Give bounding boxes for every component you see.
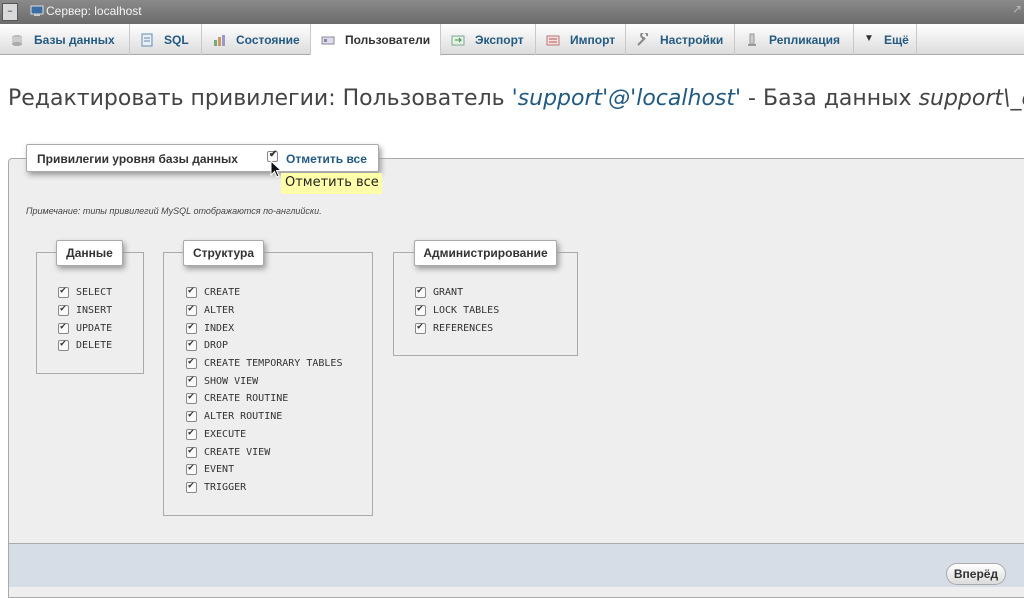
- privilege-item[interactable]: CREATE: [186, 284, 342, 302]
- title-middle: - База данных: [741, 86, 919, 111]
- tab-sql[interactable]: SQL: [130, 24, 202, 55]
- replication-icon: [748, 33, 756, 46]
- privilege-item[interactable]: ALTER: [186, 302, 342, 320]
- privilege-checkbox[interactable]: [186, 409, 197, 423]
- privilege-checkbox[interactable]: [58, 303, 69, 317]
- privilege-checkbox[interactable]: [186, 321, 197, 334]
- window-title: Сервер: localhost: [46, 4, 142, 18]
- privileges-legend: Привилегии уровня базы данных Отметить в…: [26, 144, 379, 172]
- privileges-note: Примечание: типы привилегий MySQL отобра…: [26, 206, 322, 216]
- privilege-item[interactable]: TRIGGER: [186, 479, 342, 497]
- status-icon: [214, 34, 225, 46]
- privilege-checkbox[interactable]: [186, 356, 197, 370]
- window-titlebar: – Сервер: localhost ↗: [0, 0, 1024, 24]
- import-icon: [546, 35, 560, 45]
- privilege-checkbox[interactable]: [186, 462, 197, 476]
- form-footer: [9, 543, 1024, 587]
- sql-icon: [141, 33, 153, 46]
- privilege-checkbox[interactable]: [58, 338, 69, 352]
- group-data-title: Данные: [56, 240, 123, 266]
- privilege-item[interactable]: SELECT: [58, 284, 112, 302]
- privilege-checkbox[interactable]: [186, 445, 197, 458]
- privilege-item[interactable]: CREATE ROUTINE: [186, 390, 342, 408]
- privilege-item[interactable]: EXECUTE: [186, 426, 342, 444]
- server-icon: [30, 5, 44, 16]
- check-all-tooltip: Отметить все: [281, 173, 382, 194]
- tab-more[interactable]: ▼ Ещё: [854, 24, 917, 55]
- privilege-checkbox[interactable]: [186, 480, 197, 493]
- privilege-item[interactable]: INDEX: [186, 319, 342, 337]
- tab-import[interactable]: Импорт: [536, 24, 626, 55]
- privilege-checkbox[interactable]: [415, 321, 426, 334]
- privilege-checkbox[interactable]: [186, 303, 197, 317]
- tab-databases[interactable]: Базы данных: [0, 24, 130, 55]
- privileges-fieldset: [8, 158, 1024, 598]
- tab-users[interactable]: Пользователи: [311, 24, 441, 56]
- group-structure-list: CREATE ALTER INDEX DROP CREATE TEMPORARY…: [186, 284, 342, 496]
- privileges-legend-label: Привилегии уровня базы данных: [37, 152, 238, 166]
- privilege-item[interactable]: GRANT: [415, 284, 499, 302]
- privilege-item[interactable]: UPDATE: [58, 319, 112, 337]
- privilege-item[interactable]: SHOW VIEW: [186, 372, 342, 390]
- tab-settings[interactable]: Настройки: [626, 24, 735, 55]
- privilege-checkbox[interactable]: [186, 338, 197, 352]
- privilege-item[interactable]: DROP: [186, 337, 342, 355]
- tab-export[interactable]: Экспорт: [441, 24, 536, 55]
- export-icon: [451, 35, 465, 45]
- privilege-checkbox[interactable]: [186, 374, 197, 387]
- privilege-checkbox[interactable]: [186, 285, 197, 299]
- group-administration-list: GRANT LOCK TABLES REFERENCES: [415, 284, 499, 337]
- chevron-down-icon: ▼: [864, 32, 874, 44]
- privilege-item[interactable]: REFERENCES: [415, 319, 499, 337]
- go-button[interactable]: Вперёд: [946, 563, 1006, 585]
- tab-replication[interactable]: Репликация: [735, 24, 854, 55]
- group-administration-title: Администрирование: [414, 240, 557, 266]
- privilege-checkbox[interactable]: [186, 391, 197, 405]
- tab-status[interactable]: Состояние: [202, 24, 311, 55]
- privilege-checkbox[interactable]: [58, 321, 69, 334]
- privilege-item[interactable]: CREATE TEMPORARY TABLES: [186, 355, 342, 373]
- check-all-label[interactable]: Отметить все: [286, 152, 367, 166]
- top-menu: Базы данных SQL Состояние Пользователи Э…: [0, 24, 1024, 56]
- privilege-item[interactable]: LOCK TABLES: [415, 302, 499, 320]
- databases-icon: [12, 34, 22, 46]
- database-name: support\_db: [918, 86, 1024, 111]
- privilege-item[interactable]: INSERT: [58, 302, 112, 320]
- users-icon: [321, 36, 335, 44]
- page-title: Редактировать привилегии: Пользователь '…: [8, 86, 1024, 111]
- user-link[interactable]: 'support'@'localhost': [512, 86, 741, 111]
- collapse-arrow-icon[interactable]: ↗: [1012, 2, 1022, 16]
- privilege-checkbox[interactable]: [186, 427, 197, 440]
- privilege-item[interactable]: EVENT: [186, 461, 342, 479]
- privilege-item[interactable]: DELETE: [58, 337, 112, 355]
- minimize-button[interactable]: –: [2, 3, 18, 21]
- title-prefix: Редактировать привилегии: Пользователь: [8, 86, 512, 111]
- group-structure-title: Структура: [183, 240, 264, 266]
- privilege-checkbox[interactable]: [415, 303, 426, 317]
- privilege-checkbox[interactable]: [58, 285, 69, 299]
- settings-icon: [637, 32, 649, 46]
- privilege-checkbox[interactable]: [415, 285, 426, 299]
- privilege-item[interactable]: ALTER ROUTINE: [186, 408, 342, 426]
- group-data-list: SELECT INSERT UPDATE DELETE: [58, 284, 112, 355]
- privilege-item[interactable]: CREATE VIEW: [186, 443, 342, 461]
